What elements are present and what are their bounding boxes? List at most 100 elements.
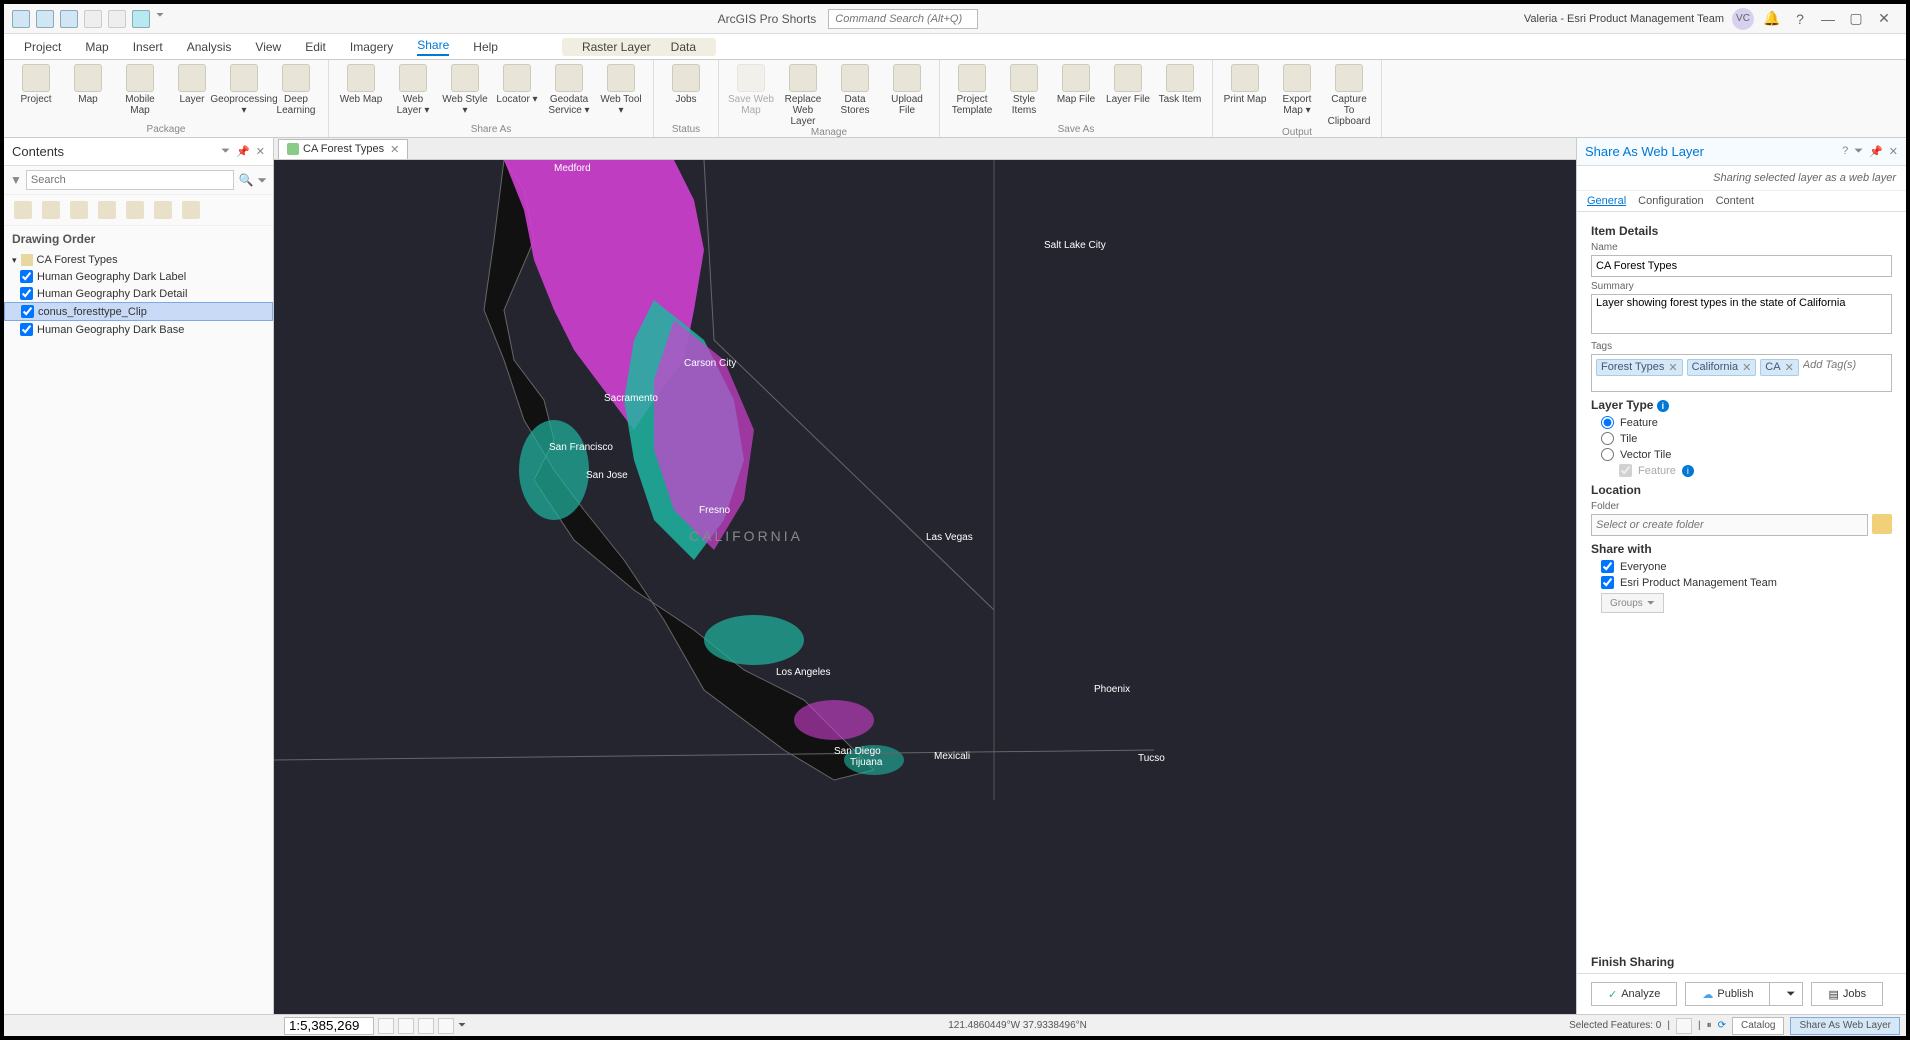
qat-open-icon[interactable]: [36, 10, 54, 28]
publish-dropdown-icon[interactable]: ⏷: [1769, 982, 1803, 1006]
map-canvas[interactable]: MedfordSalt Lake CityCarson CitySacramen…: [274, 160, 1576, 1014]
tab-imagery[interactable]: Imagery: [350, 40, 393, 54]
radio-feature[interactable]: Feature: [1601, 416, 1892, 429]
list-by-labeling-icon[interactable]: [154, 201, 172, 219]
close-map-tab-icon[interactable]: ✕: [390, 143, 399, 156]
groups-button[interactable]: Groups⏷: [1601, 593, 1664, 613]
radio-tile[interactable]: Tile: [1601, 432, 1892, 445]
qat-explore-icon[interactable]: [132, 10, 150, 28]
layer-visibility-checkbox[interactable]: [21, 305, 34, 318]
tab-insert[interactable]: Insert: [133, 40, 163, 54]
share-tab-general[interactable]: General: [1587, 195, 1626, 207]
qat-undo-icon[interactable]: [84, 10, 102, 28]
ribbon-tool[interactable]: Locator ▾: [493, 64, 541, 116]
toc-layer-item[interactable]: Human Geography Dark Base: [4, 321, 273, 338]
ribbon-tool[interactable]: Project: [12, 64, 60, 116]
ribbon-tool[interactable]: Task Item: [1156, 64, 1204, 116]
toc-layer-item[interactable]: conus_foresttype_Clip: [4, 302, 273, 321]
tag-chip[interactable]: California✕: [1687, 359, 1757, 376]
tab-view[interactable]: View: [255, 40, 281, 54]
share-menu-icon[interactable]: ⏷: [1854, 145, 1863, 158]
ribbon-tool[interactable]: Map: [64, 64, 112, 116]
qat-dropdown-icon[interactable]: ⏷: [156, 10, 164, 28]
share-tab-config[interactable]: Configuration: [1638, 195, 1703, 207]
share-help-icon[interactable]: ?: [1842, 145, 1848, 158]
status-tool-icon[interactable]: [398, 1018, 414, 1034]
ribbon-tool[interactable]: Map File: [1052, 64, 1100, 116]
ribbon-tool[interactable]: Jobs: [662, 64, 710, 105]
ribbon-tool[interactable]: Print Map: [1221, 64, 1269, 127]
ribbon-tool[interactable]: Layer File: [1104, 64, 1152, 116]
ribbon-tool[interactable]: Capture To Clipboard: [1325, 64, 1373, 127]
ribbon-tool[interactable]: Replace Web Layer: [779, 64, 827, 127]
info-icon[interactable]: i: [1682, 465, 1694, 477]
toc-layer-item[interactable]: Human Geography Dark Label: [4, 268, 273, 285]
layer-visibility-checkbox[interactable]: [20, 287, 33, 300]
close-pane-icon[interactable]: ✕: [256, 145, 265, 158]
add-tag-input[interactable]: [1803, 359, 1887, 371]
tags-input-box[interactable]: Forest Types✕California✕CA✕: [1591, 354, 1892, 392]
catalog-tab[interactable]: Catalog: [1732, 1017, 1784, 1035]
tab-raster-layer[interactable]: Raster Layer: [582, 40, 651, 54]
refresh-icon[interactable]: ⟳: [1718, 1020, 1726, 1031]
tab-analysis[interactable]: Analysis: [187, 40, 232, 54]
tab-project[interactable]: Project: [24, 40, 61, 54]
status-tool-icon[interactable]: [418, 1018, 434, 1034]
pause-icon[interactable]: ⏸: [1707, 1020, 1712, 1031]
toc-layer-item[interactable]: Human Geography Dark Detail: [4, 285, 273, 302]
command-search-input[interactable]: [828, 9, 978, 29]
name-input[interactable]: [1591, 255, 1892, 277]
ribbon-tool[interactable]: Layer: [168, 64, 216, 116]
ribbon-tool[interactable]: Export Map ▾: [1273, 64, 1321, 127]
info-icon[interactable]: i: [1657, 400, 1669, 412]
tab-edit[interactable]: Edit: [305, 40, 326, 54]
ribbon-tool[interactable]: Geodata Service ▾: [545, 64, 593, 116]
scale-input[interactable]: [284, 1017, 374, 1035]
qat-save-icon[interactable]: [60, 10, 78, 28]
ribbon-tool[interactable]: Upload File: [883, 64, 931, 127]
list-by-source-icon[interactable]: [42, 201, 60, 219]
ribbon-tool[interactable]: Web Tool ▾: [597, 64, 645, 116]
ribbon-tool[interactable]: Web Style ▾: [441, 64, 489, 116]
maximize-icon[interactable]: ▢: [1846, 10, 1866, 28]
pane-menu-icon[interactable]: ⏷: [221, 145, 230, 158]
share-autohide-icon[interactable]: 📌: [1869, 145, 1883, 158]
summary-input[interactable]: [1591, 294, 1892, 334]
folder-select[interactable]: [1591, 514, 1868, 536]
list-by-snapping-icon[interactable]: [126, 201, 144, 219]
qat-new-icon[interactable]: [12, 10, 30, 28]
ribbon-tool[interactable]: Geoprocessing ▾: [220, 64, 268, 116]
ribbon-tool[interactable]: Web Map: [337, 64, 385, 116]
remove-tag-icon[interactable]: ✕: [1785, 361, 1794, 374]
ribbon-tool[interactable]: Style Items: [1000, 64, 1048, 116]
tab-map[interactable]: Map: [85, 40, 108, 54]
analyze-button[interactable]: ✓Analyze: [1591, 982, 1677, 1006]
toc-map-root[interactable]: ▾ CA Forest Types: [4, 252, 273, 268]
expand-icon[interactable]: ▾: [12, 255, 17, 266]
tag-chip[interactable]: CA✕: [1760, 359, 1799, 376]
filter-icon[interactable]: ▼: [10, 173, 22, 187]
radio-vector-tile[interactable]: Vector Tile: [1601, 448, 1892, 461]
remove-tag-icon[interactable]: ✕: [1742, 361, 1751, 374]
list-by-selection-icon[interactable]: [70, 201, 88, 219]
status-tool-icon[interactable]: [378, 1018, 394, 1034]
check-team[interactable]: Esri Product Management Team: [1601, 576, 1892, 589]
list-by-editing-icon[interactable]: [98, 201, 116, 219]
status-tool-icon[interactable]: [438, 1018, 454, 1034]
browse-folder-icon[interactable]: [1872, 514, 1892, 534]
signed-in-user[interactable]: Valeria - Esri Product Management Team: [1524, 13, 1724, 25]
layer-visibility-checkbox[interactable]: [20, 270, 33, 283]
close-icon[interactable]: ✕: [1874, 10, 1894, 28]
tab-share[interactable]: Share: [417, 38, 449, 56]
qat-redo-icon[interactable]: [108, 10, 126, 28]
jobs-button[interactable]: ▤Jobs: [1811, 982, 1883, 1006]
avatar[interactable]: VC: [1732, 8, 1754, 30]
search-options-icon[interactable]: ⏷: [257, 173, 267, 188]
autohide-icon[interactable]: 📌: [236, 145, 250, 158]
share-tab-content[interactable]: Content: [1716, 195, 1755, 207]
list-by-perception-icon[interactable]: [182, 201, 200, 219]
check-everyone[interactable]: Everyone: [1601, 560, 1892, 573]
tag-chip[interactable]: Forest Types✕: [1596, 359, 1683, 376]
list-by-drawing-icon[interactable]: [14, 201, 32, 219]
search-icon[interactable]: 🔍: [238, 173, 253, 187]
